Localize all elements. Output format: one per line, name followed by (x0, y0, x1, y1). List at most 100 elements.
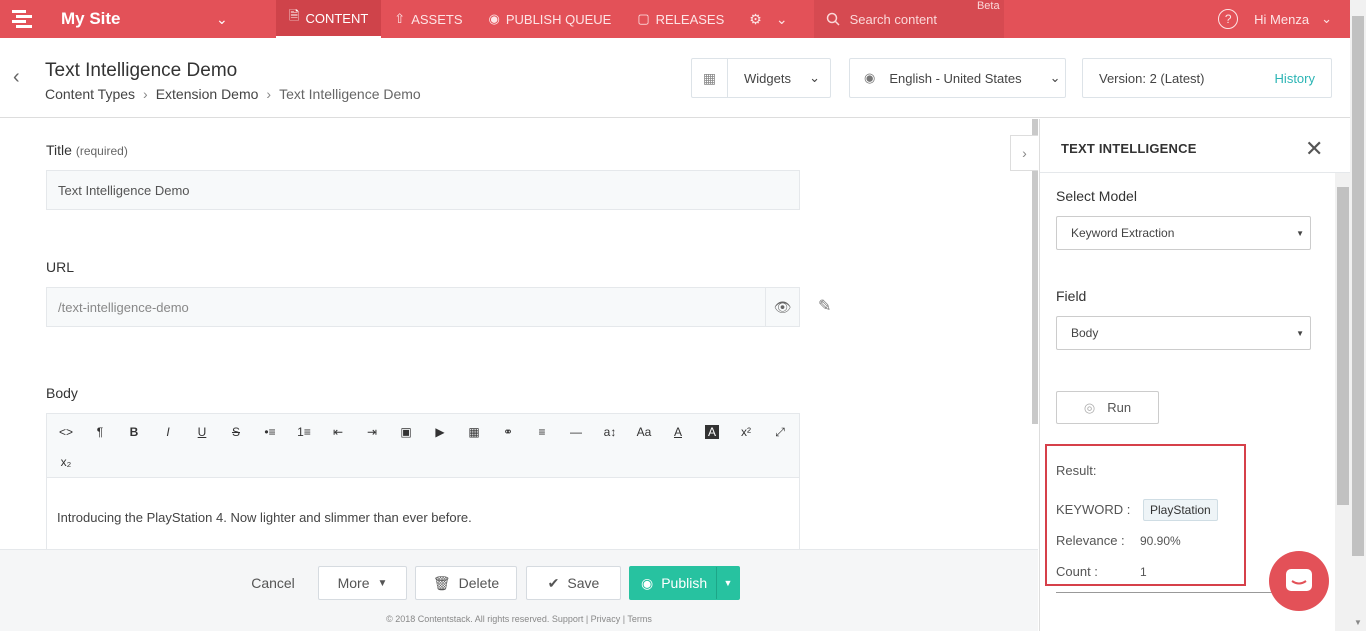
back-arrow-icon[interactable]: ‹ (13, 66, 20, 89)
rich-text-editor: <> ¶ B I U S •≡ 1≡ ⇤ ⇥ ▣ ▶ ▦ ⚭ ≡ — a↕ Aa… (46, 413, 800, 549)
widgets-label: Widgets (744, 70, 791, 86)
breadcrumb-item[interactable]: Content Types (45, 86, 135, 102)
help-icon[interactable]: ? (1218, 9, 1239, 29)
locale-dropdown[interactable]: ◉ English - United States ⌄ (849, 58, 1066, 98)
caret-down-icon: ▼ (1296, 228, 1304, 238)
more-button[interactable]: More ▼ (318, 566, 407, 600)
top-nav: My Site ⌄ 🗎 CONTENT ⇧ ASSETS ◉ PUBLISH Q… (0, 0, 1350, 38)
keyword-tag: PlayStation (1143, 499, 1218, 521)
widgets-dropdown[interactable]: ▦ Widgets ⌄ (691, 58, 831, 98)
rte-toolbar: <> ¶ B I U S •≡ 1≡ ⇤ ⇥ ▣ ▶ ▦ ⚭ ≡ — a↕ Aa… (47, 414, 799, 478)
breadcrumb: Content Types › Extension Demo › Text In… (45, 86, 421, 102)
scroll-down-icon[interactable]: ▼ (1354, 618, 1362, 627)
url-label: URL (46, 259, 75, 275)
search-placeholder: Search content (849, 11, 938, 27)
eye-icon[interactable]: 👁 (765, 287, 800, 327)
table-button[interactable]: ▦ (457, 418, 491, 446)
globe-icon: ◉ (641, 574, 654, 591)
font-color-button[interactable]: A (661, 418, 695, 446)
background-color-button[interactable]: A (705, 425, 719, 439)
spinner-icon: ◎ (1083, 399, 1096, 415)
bullet-list-button[interactable]: •≡ (253, 418, 287, 446)
chevron-down-icon[interactable]: ⌄ (216, 11, 276, 28)
breadcrumb-current: Text Intelligence Demo (279, 86, 421, 102)
horizontal-rule-button[interactable]: — (559, 418, 593, 446)
select-model-label: Select Model (1056, 188, 1137, 204)
box-icon: ▢ (637, 11, 650, 26)
run-label: Run (1107, 400, 1132, 415)
title-input[interactable]: Text Intelligence Demo (46, 170, 800, 210)
search-input[interactable]: Search content Beta (813, 0, 1004, 38)
breadcrumb-item[interactable]: Extension Demo (156, 86, 259, 102)
fullscreen-button[interactable]: ⤢ (763, 418, 797, 446)
action-footer: Cancel More ▼ 🗑 Delete ✔ Save ◉ Publish … (0, 549, 1038, 631)
pencil-icon[interactable]: ✎ (818, 296, 831, 316)
model-select[interactable]: Keyword Extraction ▼ (1056, 216, 1311, 250)
entry-header: ‹ Text Intelligence Demo Content Types ›… (0, 38, 1350, 118)
publish-button[interactable]: ◉ Publish ▼ (629, 566, 740, 600)
delete-button[interactable]: 🗑 Delete (415, 566, 517, 600)
check-icon: ✔ (547, 574, 560, 591)
nav-content[interactable]: 🗎 CONTENT (276, 0, 382, 38)
publish-options-chevron-icon[interactable]: ▼ (716, 567, 739, 599)
chevron-down-icon: ⌄ (775, 10, 788, 27)
gear-icon: ⚙ (749, 10, 762, 27)
save-label: Save (567, 575, 600, 591)
close-icon[interactable]: ✕ (1305, 136, 1323, 162)
settings-menu[interactable]: ⚙ ⌄ (737, 11, 799, 28)
link-button[interactable]: ⚭ (491, 418, 525, 446)
field-value: Body (1071, 326, 1099, 340)
font-size-button[interactable]: Aa (627, 418, 661, 446)
indent-button[interactable]: ⇥ (355, 418, 389, 446)
numbered-list-button[interactable]: 1≡ (287, 418, 321, 446)
site-name[interactable]: My Site (46, 9, 216, 29)
page-scrollbar[interactable]: ▼ (1350, 0, 1366, 631)
italic-button[interactable]: I (151, 418, 185, 446)
cancel-button[interactable]: Cancel (236, 566, 310, 600)
entry-form: Title (required) Text Intelligence Demo … (0, 119, 1038, 549)
body-label: Body (46, 385, 78, 401)
save-button[interactable]: ✔ Save (526, 566, 621, 600)
paragraph-button[interactable]: ¶ (83, 418, 117, 446)
grid-icon: ▦ (692, 59, 728, 97)
rte-body[interactable]: Introducing the PlayStation 4. Now light… (47, 478, 799, 549)
nav-publish-queue[interactable]: ◉ PUBLISH QUEUE (476, 0, 625, 38)
globe-icon: ◉ (488, 11, 500, 26)
user-greeting: Hi Menza (1254, 11, 1310, 27)
user-menu[interactable]: Hi Menza ⌄ (1238, 11, 1350, 27)
version-box: Version: 2 (Latest) History (1082, 58, 1332, 98)
source-code-button[interactable]: <> (49, 418, 83, 446)
chevron-right-icon: › (266, 86, 272, 102)
subscript-button[interactable]: x₂ (49, 448, 83, 476)
panel-scrollbar[interactable] (1335, 173, 1351, 631)
nav-releases[interactable]: ▢ RELEASES (624, 0, 737, 38)
locale-label: English - United States (889, 70, 1022, 86)
nav-label: ASSETS (411, 11, 463, 27)
align-button[interactable]: ≡ (525, 418, 559, 446)
strikethrough-button[interactable]: S (219, 418, 253, 446)
page-title: Text Intelligence Demo (45, 60, 238, 81)
line-height-button[interactable]: a↕ (593, 418, 627, 446)
history-link[interactable]: History (1275, 71, 1315, 86)
delete-label: Delete (458, 575, 500, 591)
superscript-button[interactable]: x² (729, 418, 763, 446)
required-hint: (required) (75, 144, 128, 158)
image-button[interactable]: ▣ (389, 418, 423, 446)
outdent-button[interactable]: ⇤ (321, 418, 355, 446)
url-input[interactable]: /text-intelligence-demo (46, 287, 766, 327)
field-select[interactable]: Body ▼ (1056, 316, 1311, 350)
trash-icon: 🗑 (432, 574, 451, 591)
chevron-right-icon[interactable]: › (1010, 135, 1038, 171)
result-label: Result: (1056, 463, 1097, 478)
nav-assets[interactable]: ⇧ ASSETS (381, 0, 475, 38)
contentstack-logo[interactable] (0, 0, 46, 38)
globe-icon: ◉ (864, 70, 876, 85)
relevance-label: Relevance : (1056, 533, 1125, 548)
title-label: Title (required) (46, 142, 128, 158)
run-button[interactable]: ◎ Run (1056, 391, 1159, 424)
chat-widget-icon[interactable] (1269, 551, 1329, 611)
video-button[interactable]: ▶ (423, 418, 457, 446)
bold-button[interactable]: B (117, 418, 151, 446)
underline-button[interactable]: U (185, 418, 219, 446)
keyword-label: KEYWORD : (1056, 502, 1131, 517)
